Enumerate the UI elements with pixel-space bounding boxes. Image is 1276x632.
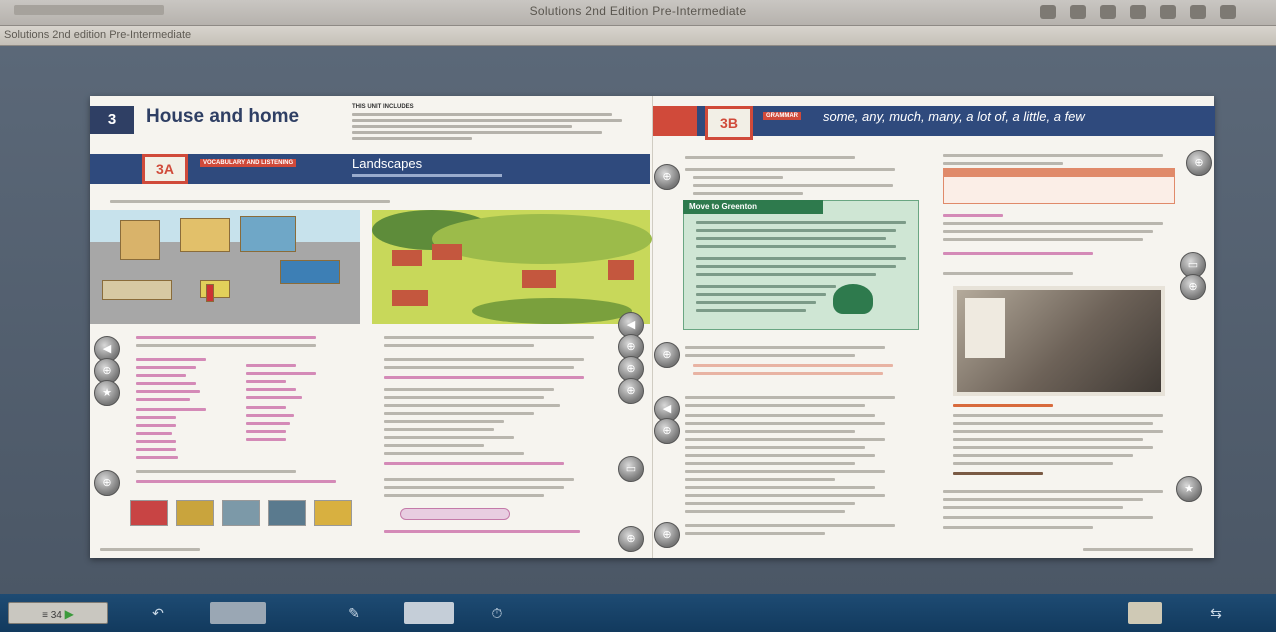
page-number: ≡ 34 (42, 610, 62, 621)
book-spread: 3 House and home THIS UNIT INCLUDES 3A V… (90, 96, 1215, 558)
zoom-icon: ⊕ (626, 385, 636, 397)
video-button[interactable]: ▭ (618, 456, 644, 482)
exercise-picture-4[interactable] (268, 500, 306, 526)
lesson-kicker-right: GRAMMAR (763, 112, 801, 120)
reading-text-box (683, 200, 919, 330)
star-button[interactable]: ★ (1176, 476, 1202, 502)
zoom-icon: ⊕ (662, 529, 672, 541)
unit-includes-label: THIS UNIT INCLUDES (352, 104, 414, 110)
wifi-icon[interactable] (1160, 5, 1176, 19)
zoom-icon: ⊕ (102, 365, 112, 377)
timer-status-icon[interactable] (1100, 5, 1116, 19)
undo-icon: ↶ (152, 605, 164, 621)
back-button[interactable]: ↶ (138, 602, 178, 624)
reading-title: Move to Greenton (683, 200, 823, 214)
notes-button[interactable] (1128, 602, 1162, 624)
zoom-icon: ⊕ (1188, 281, 1198, 293)
dropbox-icon[interactable] (1040, 5, 1056, 19)
audio-icon: ◀ (662, 403, 672, 415)
lesson-kicker: VOCABULARY AND LISTENING (200, 159, 297, 167)
zoom-icon: ⊕ (662, 425, 672, 437)
zoom-icon: ⊕ (626, 363, 636, 375)
zoom-button[interactable]: ⊕ (654, 522, 680, 548)
zoom-button[interactable]: ⊕ (1186, 150, 1212, 176)
screen: Solutions 2nd Edition Pre-Intermediate S… (0, 0, 1276, 632)
play-icon[interactable]: ▶ (65, 607, 74, 621)
zoom-icon: ⊕ (626, 341, 636, 353)
book-stage: 3 House and home THIS UNIT INCLUDES 3A V… (0, 46, 1276, 594)
left-page: 3 House and home THIS UNIT INCLUDES 3A V… (90, 96, 652, 558)
grammar-table (943, 168, 1175, 204)
apartment-photo[interactable] (953, 286, 1165, 396)
swap-icon: ⇆ (1210, 605, 1222, 621)
sync-icon[interactable] (1070, 5, 1086, 19)
tree-illustration (833, 284, 873, 314)
zoom-icon: ⊕ (662, 171, 672, 183)
lesson-badge-right: 3B (705, 106, 753, 140)
lesson-title-right: some, any, much, many, a lot of, a littl… (823, 109, 1085, 124)
bluetooth-icon[interactable] (1130, 5, 1146, 19)
unit-title: House and home (146, 106, 300, 127)
zoom-button[interactable]: ⊕ (654, 418, 680, 444)
landscape-picture[interactable] (372, 210, 652, 324)
zoom-button[interactable]: ⊕ (618, 378, 644, 404)
video-icon: ▭ (1187, 259, 1199, 271)
zoom-icon: ⊕ (626, 533, 636, 545)
zoom-icon: ⊕ (1194, 157, 1204, 169)
town-picture[interactable] (90, 210, 360, 324)
zoom-button[interactable]: ⊕ (618, 526, 644, 552)
zoom-icon: ⊕ (662, 349, 672, 361)
unit-includes: THIS UNIT INCLUDES (352, 104, 642, 148)
lesson-subtitle-line (352, 174, 502, 177)
lesson-title: Landscapes (352, 156, 423, 171)
lesson-color-block (653, 106, 697, 136)
right-page: 3B GRAMMAR some, any, much, many, a lot … (652, 96, 1215, 558)
video-icon: ▭ (625, 463, 637, 475)
battery-icon[interactable] (1220, 5, 1236, 19)
zoom-icon: ⊕ (102, 477, 112, 489)
unit-number: 3 (90, 106, 134, 134)
zoom-button[interactable]: ⊕ (654, 164, 680, 190)
audio-icon: ◀ (626, 319, 636, 331)
os-menu-bar: Solutions 2nd Edition Pre-Intermediate (0, 0, 1276, 26)
star-icon: ★ (102, 387, 112, 399)
timer-button[interactable]: ⏱ (482, 602, 512, 624)
zoom-button[interactable]: ⊕ (1180, 274, 1206, 300)
pencil-icon: ✎ (348, 605, 360, 621)
os-status-icons (1040, 5, 1236, 19)
exercise-picture-2[interactable] (176, 500, 214, 526)
pencil-button[interactable]: ✎ (334, 602, 374, 624)
app-tab-bar: Solutions 2nd edition Pre-Intermediate (0, 26, 1276, 46)
whiteboard-button[interactable] (404, 602, 454, 624)
zoom-button[interactable]: ⊕ (654, 342, 680, 368)
exercise-picture-1[interactable] (130, 500, 168, 526)
page-navigator[interactable]: ≡ 34 ▶ (8, 602, 108, 624)
star-icon: ★ (1184, 483, 1194, 495)
lesson-badge: 3A (142, 154, 188, 184)
stopwatch-icon: ⏱ (491, 605, 503, 621)
exercise-picture-3[interactable] (222, 500, 260, 526)
audio-icon: ◀ (102, 343, 112, 355)
star-button[interactable]: ★ (94, 380, 120, 406)
swap-button[interactable]: ⇆ (1192, 602, 1240, 624)
app-tab[interactable]: Solutions 2nd edition Pre-Intermediate (0, 29, 191, 41)
answer-button[interactable]: ⊕ (94, 470, 120, 496)
exercise-picture-5[interactable] (314, 500, 352, 526)
volume-icon[interactable] (1190, 5, 1206, 19)
book-view-button[interactable] (210, 602, 266, 624)
bottom-toolbar: ≡ 34 ▶ ↶ ✎ ⏱ ⇆ (0, 594, 1276, 632)
